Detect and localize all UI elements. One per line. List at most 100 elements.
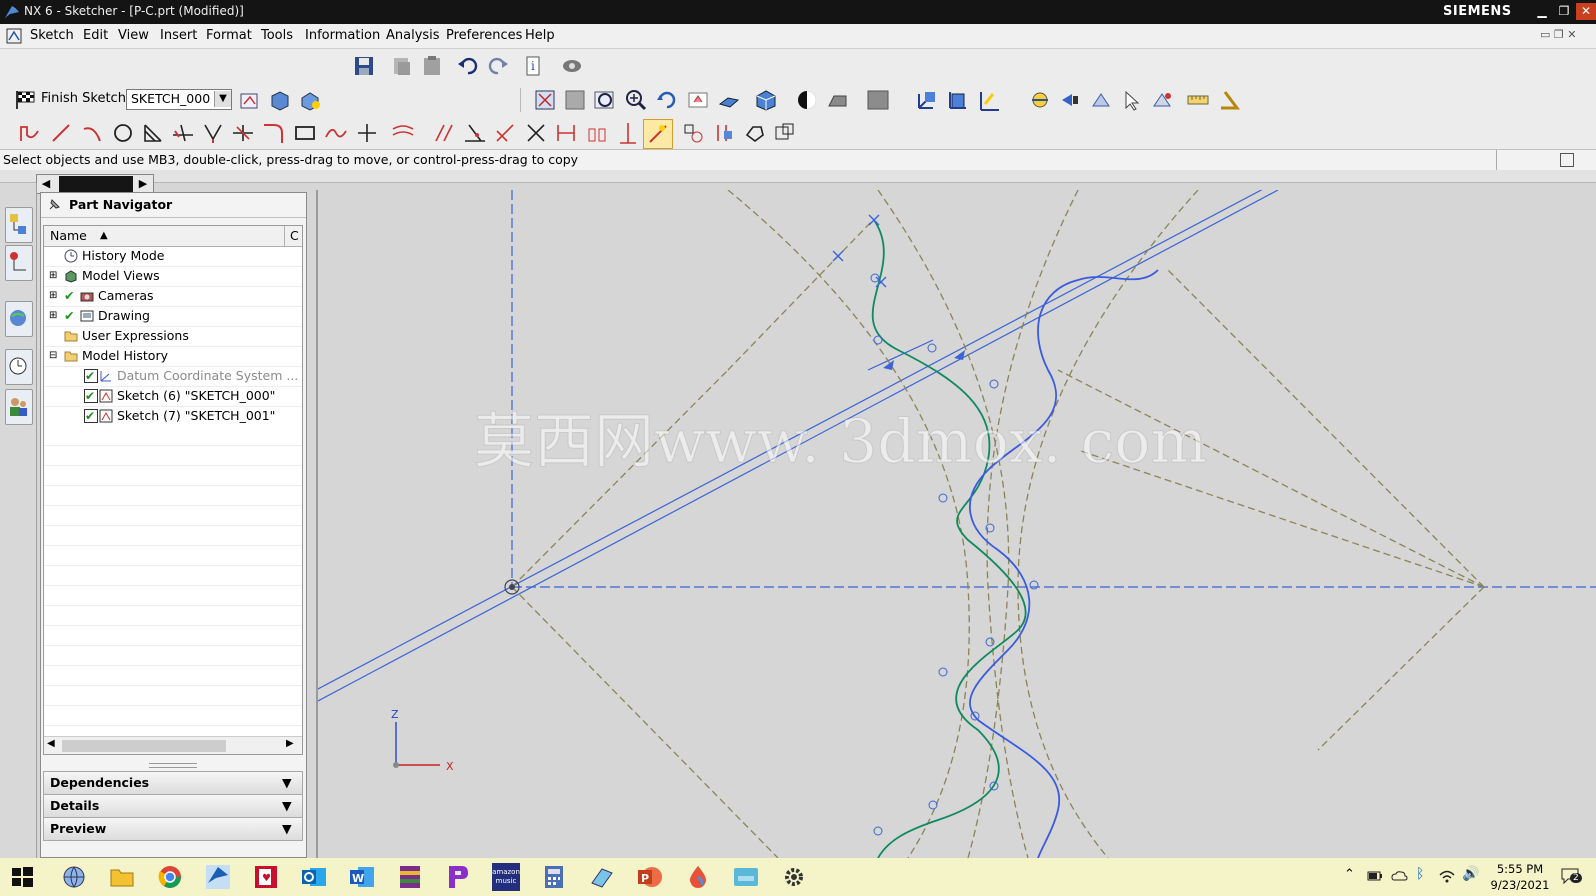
paint-drop-icon[interactable] (684, 863, 712, 891)
network-globe-icon[interactable] (60, 863, 88, 891)
graphics-window[interactable]: Z X 莫西网www. 3dmox. com (316, 190, 1596, 858)
touch-mode-icon[interactable] (560, 54, 584, 78)
sort-ascending-icon[interactable]: ▲ (100, 226, 108, 246)
chevron-down-icon[interactable]: ▼ (282, 818, 292, 840)
tree-row-model-views[interactable]: ⊞ Model Views (44, 266, 302, 287)
nx-app-icon[interactable] (204, 863, 232, 891)
quick-extend-icon[interactable] (201, 121, 225, 145)
save-icon[interactable] (352, 54, 376, 78)
doc-window-controls[interactable]: ▭ ❐ ✕ (1540, 28, 1590, 44)
close-button[interactable]: ✕ (1576, 3, 1596, 20)
zoom-in-out-icon[interactable] (624, 88, 648, 112)
chevron-up-icon[interactable]: ⌃ (1344, 867, 1355, 882)
file-explorer-icon[interactable] (108, 863, 136, 891)
make-corner-icon[interactable] (231, 121, 255, 145)
chevron-down-icon[interactable]: ▼ (214, 91, 231, 107)
measure-angle-icon[interactable] (1217, 88, 1241, 112)
powerpoint-icon[interactable]: P (636, 863, 664, 891)
constraints-icon[interactable] (1058, 88, 1082, 112)
scroll-left-icon[interactable]: ◀ (47, 738, 55, 749)
control-point[interactable] (873, 826, 883, 836)
control-point[interactable] (1029, 580, 1039, 590)
snap-point-icon[interactable] (1028, 88, 1052, 112)
scroll-thumb[interactable] (62, 740, 226, 752)
amazon-music-icon[interactable]: amazon music (492, 863, 520, 891)
roles-tab[interactable] (5, 389, 33, 425)
battery-icon[interactable] (1366, 868, 1384, 884)
control-point[interactable] (985, 637, 995, 647)
sketch-canvas[interactable]: Z X 莫西网www. 3dmox. com (318, 190, 1596, 858)
zoom-window-icon[interactable] (563, 88, 587, 112)
background-icon[interactable] (866, 88, 890, 112)
col-c-header[interactable]: C (290, 226, 299, 246)
windows-start-icon[interactable] (10, 865, 38, 893)
quick-trim-icon[interactable] (171, 121, 195, 145)
navigator-scroll-strip[interactable]: ◀ ▶ (36, 174, 154, 194)
word-icon[interactable]: W (348, 863, 376, 891)
convert-reference-icon[interactable] (712, 121, 736, 145)
perspective-icon[interactable] (716, 88, 740, 112)
finish-flag-icon[interactable] (14, 89, 38, 111)
outlook-icon[interactable] (300, 863, 328, 891)
orient-to-sketch-icon[interactable] (238, 88, 262, 112)
view-orientation-icon[interactable] (754, 88, 778, 112)
expand-icon[interactable]: ⊞ (49, 306, 57, 326)
tree-row-datum-csys[interactable]: ✔ Datum Coordinate System ... (44, 366, 302, 387)
control-point[interactable] (989, 379, 999, 389)
inferred-constraints-icon[interactable] (773, 121, 797, 145)
tree-row-sketch-001[interactable]: ✔ Sketch (7) "SKETCH_001" (44, 406, 302, 427)
point-marker[interactable] (875, 276, 887, 288)
green-spline-curve[interactable] (871, 219, 1027, 858)
constraint-navigator-tab[interactable] (5, 245, 33, 281)
wcs-origin-icon[interactable] (946, 88, 970, 112)
point-marker[interactable] (868, 214, 880, 226)
offset-curve-icon[interactable] (391, 121, 415, 145)
dimensions-icon[interactable] (554, 121, 578, 145)
assembly-navigator-tab[interactable] (5, 207, 33, 243)
scroll-right-icon[interactable]: ▶ (135, 176, 151, 192)
tree-row-history-mode[interactable]: History Mode (44, 246, 302, 267)
splitter-handle[interactable] (149, 763, 197, 768)
point-marker[interactable] (832, 250, 844, 262)
calculator-icon[interactable] (540, 863, 568, 891)
collapse-icon[interactable]: ⊟ (49, 346, 57, 366)
undo-icon[interactable] (456, 54, 480, 78)
wcs-rotate-icon[interactable] (977, 88, 1001, 112)
dependencies-panel[interactable]: Dependencies ▼ (43, 771, 303, 795)
pin-icon[interactable] (47, 198, 61, 212)
clock-time[interactable]: 5:55 PM (1490, 862, 1550, 876)
chrome-icon[interactable] (156, 863, 184, 891)
cut-icon[interactable] (390, 54, 414, 78)
pdf-app-icon[interactable] (444, 863, 472, 891)
information-icon[interactable]: i (522, 54, 546, 78)
pan-icon[interactable] (686, 88, 710, 112)
tree-row-user-expressions[interactable]: User Expressions (44, 326, 302, 347)
expand-icon[interactable]: ⊞ (49, 286, 57, 306)
col-name-header[interactable]: Name (50, 226, 87, 246)
wifi-icon[interactable] (1438, 868, 1456, 884)
minimize-button[interactable]: ▁ (1532, 3, 1552, 20)
shaded-icon[interactable] (795, 88, 819, 112)
arc-icon[interactable] (80, 121, 104, 145)
scroll-right-icon[interactable]: ▶ (286, 738, 294, 749)
visibility-checkbox[interactable]: ✔ (84, 389, 98, 403)
update-model-icon[interactable] (298, 88, 322, 112)
details-panel[interactable]: Details ▼ (43, 794, 303, 818)
tree-hscrollbar[interactable]: ◀ ▶ (44, 736, 302, 754)
point-icon[interactable] (355, 121, 379, 145)
mirror-curve-icon[interactable] (432, 121, 456, 145)
measure-distance-icon[interactable] (1186, 88, 1210, 112)
preview-panel[interactable]: Preview ▼ (43, 817, 303, 841)
zoom-icon[interactable] (593, 88, 617, 112)
winrar-icon[interactable] (396, 863, 424, 891)
clock-date[interactable]: 9/23/2021 (1487, 878, 1553, 892)
control-point[interactable] (928, 800, 938, 810)
redo-icon[interactable] (486, 54, 510, 78)
cloud-icon[interactable] (1390, 868, 1408, 884)
menu-analysis[interactable]: Analysis (386, 28, 440, 43)
tree-row-sketch-000[interactable]: ✔ Sketch (6) "SKETCH_000" (44, 386, 302, 407)
menu-view[interactable]: View (118, 28, 149, 43)
web-browser-tab[interactable] (5, 301, 33, 337)
studio-spline-icon[interactable] (324, 121, 348, 145)
status-expand-icon[interactable] (1560, 153, 1574, 167)
